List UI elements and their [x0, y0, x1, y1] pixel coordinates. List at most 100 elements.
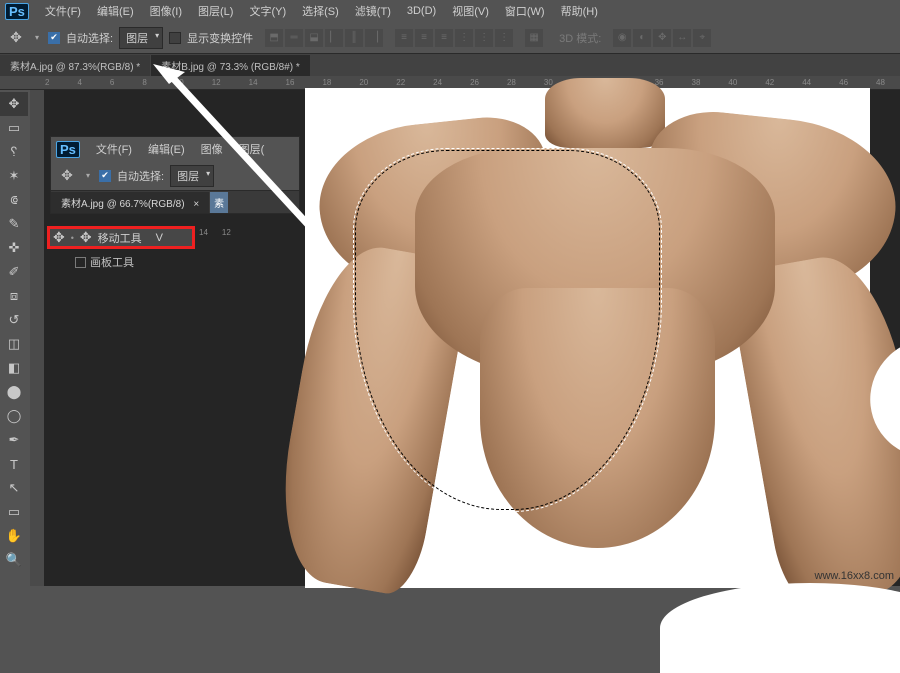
menu-layer[interactable]: 图层(L) [190, 0, 241, 22]
tab-material-b[interactable]: 素材B.jpg @ 73.3% (RGB/8#) * [151, 55, 310, 76]
document-tab-bar: 素材A.jpg @ 87.3%(RGB/8) * 素材B.jpg @ 73.3%… [0, 54, 900, 76]
shape-tool[interactable]: ▭ [0, 500, 28, 524]
ruler-tick: 44 [802, 78, 811, 87]
ruler-tick: 26 [470, 78, 479, 87]
chevron-down-icon: ▾ [155, 31, 159, 40]
ruler-tick: 6 [110, 78, 114, 87]
menu-edit[interactable]: 编辑(E) [140, 138, 193, 160]
zoom-tool[interactable]: 🔍 [0, 548, 28, 572]
artboard-tool-row[interactable]: 画板工具 [75, 254, 134, 270]
ruler-tick: 22 [396, 78, 405, 87]
history-brush-tool[interactable]: ↺ [0, 308, 28, 332]
menu-select[interactable]: 选择(S) [294, 0, 347, 22]
distribute-hcenter-icon[interactable]: ⋮ [475, 29, 493, 47]
ruler-tick: 38 [692, 78, 701, 87]
align-right-icon[interactable]: ▕ [365, 29, 383, 47]
distribute-left-icon[interactable]: ⋮ [455, 29, 473, 47]
ruler-tick: 8 [142, 78, 146, 87]
menu-edit[interactable]: 编辑(E) [89, 0, 142, 22]
align-bottom-icon[interactable]: ⬓ [305, 29, 323, 47]
ruler-tick: 42 [765, 78, 774, 87]
move-tool-icon: ✥ [80, 229, 92, 246]
align-top-icon[interactable]: ⬒ [265, 29, 283, 47]
layer-group-dropdown[interactable]: 图层▾ [119, 27, 163, 49]
menu-image[interactable]: 图像(I) [142, 0, 190, 22]
arrange-group: ▦ [525, 29, 543, 47]
magic-wand-tool[interactable]: ✶ [0, 164, 28, 188]
hand-tool[interactable]: ✋ [0, 524, 28, 548]
blur-tool[interactable]: ⬤ [0, 380, 28, 404]
align-hcenter-icon[interactable]: ║ [345, 29, 363, 47]
eraser-tool[interactable]: ◫ [0, 332, 28, 356]
tool-preset-caret[interactable]: ▾ [32, 33, 42, 42]
tab-material-a[interactable]: 素材A.jpg @ 66.7%(RGB/8) × [51, 192, 209, 213]
arrange-icon[interactable]: ▦ [525, 29, 543, 47]
mode-3d-label: 3D 模式: [559, 30, 601, 46]
artboard-tool-label: 画板工具 [90, 254, 134, 270]
distribute-bottom-icon[interactable]: ≡ [435, 29, 453, 47]
pan-icon[interactable]: ✥ [653, 29, 671, 47]
path-select-tool[interactable]: ↖ [0, 476, 28, 500]
brush-tool[interactable]: ✐ [0, 260, 28, 284]
pen-tool[interactable]: ✒ [0, 428, 28, 452]
menu-layer[interactable]: 图层( [231, 138, 273, 160]
heal-tool[interactable]: ✜ [0, 236, 28, 260]
ruler-tick: 12 [212, 78, 221, 87]
stamp-tool[interactable]: ⧈ [0, 284, 28, 308]
auto-select-checkbox[interactable]: ✔ [48, 32, 60, 44]
menu-file[interactable]: 文件(F) [88, 138, 140, 160]
ruler-tick: 10 [175, 78, 184, 87]
crop-tool[interactable]: ⟃ [0, 188, 28, 212]
ruler-tick: 40 [728, 78, 737, 87]
menu-file[interactable]: 文件(F) [37, 0, 89, 22]
auto-select-checkbox[interactable]: ✔ [99, 170, 111, 182]
type-tool[interactable]: T [0, 452, 28, 476]
tab-material-a[interactable]: 素材A.jpg @ 87.3%(RGB/8) * [0, 55, 150, 76]
tab-material-b-trunc[interactable]: 素 [210, 192, 228, 213]
move-tool[interactable]: ✥ [0, 92, 28, 116]
tool-preset-caret[interactable]: ▾ [83, 171, 93, 180]
menu-help[interactable]: 帮助(H) [553, 0, 606, 22]
ruler-vertical[interactable] [30, 90, 44, 586]
menu-filter[interactable]: 滤镜(T) [347, 0, 399, 22]
auto-select-label: 自动选择: [117, 168, 164, 184]
distribute-group: ≡ ≡ ≡ ⋮ ⋮ ⋮ [395, 29, 513, 47]
ruler-tick: 28 [507, 78, 516, 87]
distribute-top-icon[interactable]: ≡ [395, 29, 413, 47]
app-logo: Ps [56, 141, 80, 158]
align-group: ⬒ ═ ⬓ ▏ ║ ▕ [265, 29, 383, 47]
menu-image[interactable]: 图像 [193, 138, 231, 160]
transform-controls-checkbox[interactable]: · [169, 32, 181, 44]
ruler-tick: 46 [839, 78, 848, 87]
artboard-tool-icon [75, 257, 86, 268]
align-left-icon[interactable]: ▏ [325, 29, 343, 47]
marquee-tool[interactable]: ▭ [0, 116, 28, 140]
menu-view[interactable]: 视图(V) [444, 0, 497, 22]
move-tool-icon: ✥ [53, 229, 65, 246]
distribute-vcenter-icon[interactable]: ≡ [415, 29, 433, 47]
ruler-tick: 4 [77, 78, 81, 87]
eyedropper-tool[interactable]: ✎ [0, 212, 28, 236]
distribute-right-icon[interactable]: ⋮ [495, 29, 513, 47]
move-tool-label[interactable]: 移动工具 [98, 230, 142, 246]
lasso-tool[interactable]: ␦ [0, 140, 28, 164]
auto-select-label: 自动选择: [66, 30, 113, 46]
menu-3d[interactable]: 3D(D) [399, 2, 444, 20]
zoom-3d-icon[interactable]: ⌖ [693, 29, 711, 47]
canvas-image [305, 88, 870, 588]
ruler-tick: 24 [433, 78, 442, 87]
close-icon[interactable]: × [193, 199, 199, 210]
align-vcenter-icon[interactable]: ═ [285, 29, 303, 47]
mode-3d-group: ◉ ◐ ✥ ↔ ⌖ [613, 29, 711, 47]
roll-icon[interactable]: ◐ [633, 29, 651, 47]
inset-panel: Ps 文件(F) 编辑(E) 图像 图层( ✥ ▾ ✔ 自动选择: 图层▾ 素材… [50, 136, 300, 214]
slide-icon[interactable]: ↔ [673, 29, 691, 47]
layer-group-dropdown[interactable]: 图层▾ [170, 165, 214, 187]
app-logo: Ps [5, 3, 29, 20]
dodge-tool[interactable]: ◯ [0, 404, 28, 428]
gradient-tool[interactable]: ◧ [0, 356, 28, 380]
menu-window[interactable]: 窗口(W) [497, 0, 553, 22]
menu-type[interactable]: 文字(Y) [241, 0, 294, 22]
orbit-icon[interactable]: ◉ [613, 29, 631, 47]
ruler-tick: 18 [322, 78, 331, 87]
